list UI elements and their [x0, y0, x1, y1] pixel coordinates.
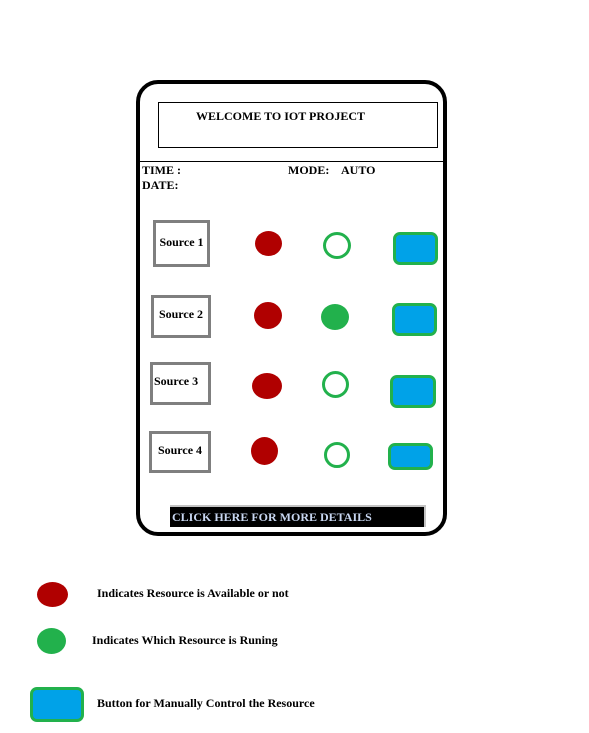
running-indicator-on	[321, 304, 349, 330]
legend-button-icon	[30, 687, 84, 722]
mode-label: MODE:	[288, 163, 330, 177]
header-divider	[138, 161, 445, 162]
source-3-control-button[interactable]	[390, 375, 436, 408]
source-label: Source 1	[159, 235, 204, 249]
source-label: Source 3	[154, 374, 199, 388]
legend-running-icon	[37, 628, 66, 654]
source-2-control-button[interactable]	[392, 303, 437, 336]
running-indicator-off	[324, 442, 350, 468]
date-label: DATE:	[142, 178, 179, 192]
source-4-box: Source 4	[149, 431, 211, 473]
mode-value: AUTO	[341, 163, 376, 177]
source-3-box: Source 3	[150, 362, 211, 405]
legend-running-text: Indicates Which Resource is Runing	[92, 633, 278, 647]
source-2-box: Source 2	[151, 295, 211, 338]
time-label: TIME :	[142, 163, 181, 177]
page-title: WELCOME TO IOT PROJECT	[196, 109, 366, 123]
available-indicator	[252, 373, 282, 399]
source-label: Source 4	[157, 443, 203, 457]
running-indicator-off	[322, 371, 349, 398]
available-indicator	[251, 437, 278, 465]
running-indicator-off	[323, 232, 351, 259]
legend-available-text: Indicates Resource is Available or not	[97, 586, 289, 600]
available-indicator	[254, 302, 282, 329]
legend-available-icon	[37, 582, 68, 607]
source-4-control-button[interactable]	[388, 443, 433, 470]
more-details-link[interactable]: CLICK HERE FOR MORE DETAILS	[170, 505, 426, 527]
source-label: Source 2	[158, 307, 204, 321]
available-indicator	[255, 231, 282, 256]
source-1-box: Source 1	[153, 220, 210, 267]
source-1-control-button[interactable]	[393, 232, 438, 265]
legend-button-text: Button for Manually Control the Resource	[97, 696, 315, 710]
